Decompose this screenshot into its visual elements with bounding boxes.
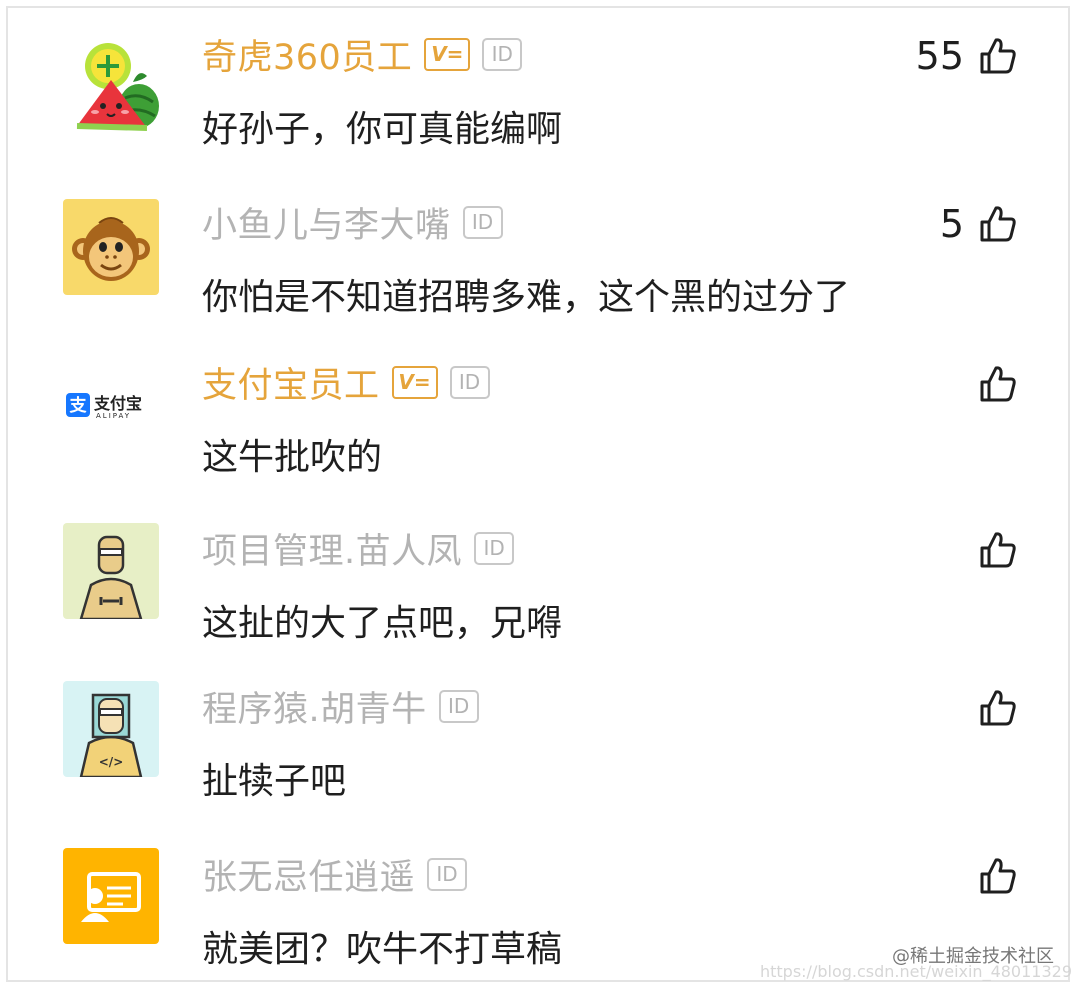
comment-list-frame (6, 6, 1070, 982)
username[interactable]: 奇虎360员工 (202, 29, 412, 80)
id-badge: ID (427, 857, 468, 891)
alipay-brand-cn: 支付宝 (93, 394, 142, 413)
comment-text: 好孙子，你可真能编啊 (202, 109, 563, 150)
alipay-avatar[interactable]: 支 支付宝 ALIPAY (63, 356, 159, 452)
username[interactable]: 项目管理.苗人凤 (202, 523, 462, 574)
id-badge: ID (482, 37, 523, 71)
comment-text: 你怕是不知道招聘多难，这个黑的过分了 (202, 277, 851, 318)
like-count: 55 (915, 34, 964, 78)
programmer-avatar[interactable]: </> (63, 681, 159, 777)
like-button[interactable]: 55 (916, 32, 1018, 80)
code-tag-icon: </> (99, 755, 124, 769)
like-button[interactable]: 5 (940, 200, 1018, 248)
comment-text: 这扯的大了点吧，兄嘚 (202, 603, 563, 644)
id-badge: ID (449, 365, 490, 399)
id-card-avatar[interactable] (63, 848, 159, 944)
watermelon-avatar[interactable]: + (63, 36, 159, 132)
thumbs-up-icon[interactable] (978, 204, 1018, 244)
monkey-avatar[interactable] (63, 199, 159, 295)
alipay-brand-en: ALIPAY (96, 412, 131, 420)
comment-header: 张无忌任逍遥 ID (202, 848, 468, 900)
engineer-avatar[interactable] (63, 523, 159, 619)
like-button[interactable] (964, 684, 1018, 732)
comment-text: 就美团？吹牛不打草稿 (202, 929, 563, 970)
comment-header: 小鱼儿与李大嘴 ID (202, 196, 503, 248)
id-badge: ID (438, 689, 479, 723)
plus-icon: + (100, 56, 115, 77)
id-badge: ID (474, 531, 515, 565)
like-button[interactable] (964, 360, 1018, 408)
comment-header: 项目管理.苗人凤 ID (202, 522, 515, 574)
thumbs-up-icon[interactable] (978, 36, 1018, 76)
thumbs-up-icon[interactable] (978, 688, 1018, 728)
verified-badge-icon: V= (391, 365, 438, 399)
username[interactable]: 程序猿.胡青牛 (202, 681, 427, 732)
like-count: 5 (939, 202, 964, 246)
comment-header: 程序猿.胡青牛 ID (202, 680, 479, 732)
thumbs-up-icon[interactable] (978, 530, 1018, 570)
like-button[interactable] (964, 852, 1018, 900)
username[interactable]: 支付宝员工 (202, 357, 380, 408)
comment-text: 扯犊子吧 (202, 761, 347, 802)
username[interactable]: 张无忌任逍遥 (202, 849, 415, 900)
comment-header: 支付宝员工 V= ID (202, 356, 490, 408)
thumbs-up-icon[interactable] (978, 856, 1018, 896)
like-button[interactable] (964, 526, 1018, 574)
thumbs-up-icon[interactable] (978, 364, 1018, 404)
id-badge: ID (462, 205, 503, 239)
comment-text: 这牛批吹的 (202, 437, 383, 478)
comment-header: 奇虎360员工 V= ID (202, 28, 523, 80)
username[interactable]: 小鱼儿与李大嘴 (202, 197, 451, 248)
watermark-url: https://blog.csdn.net/weixin_48011329 (759, 962, 1072, 981)
alipay-logo-icon: 支 (70, 395, 88, 416)
verified-badge-icon: V= (424, 37, 471, 71)
